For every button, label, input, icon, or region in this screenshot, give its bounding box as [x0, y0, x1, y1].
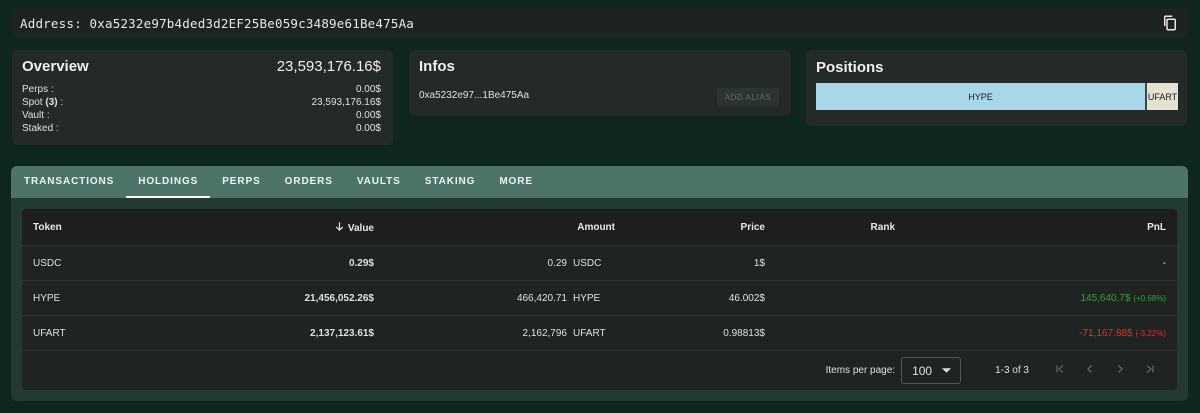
- cell-token: USDC: [33, 257, 62, 269]
- header-pnl[interactable]: PnL: [895, 222, 1177, 233]
- holdings-table: Token Value Amount Price Rank PnL USDC 0…: [22, 209, 1177, 390]
- arrow-down-icon: [335, 221, 343, 231]
- amount-number: 466,420.71: [516, 292, 567, 304]
- cell-amount: 0.29 USDC: [374, 258, 615, 269]
- positions-card: Positions HYPE UFART: [806, 50, 1187, 126]
- overview-row-vault: Vault : 0.00$: [22, 109, 381, 122]
- cell-value: 21,456,052.26$: [304, 292, 374, 304]
- copy-icon[interactable]: [1161, 14, 1179, 32]
- cell-amount: 2,162,796 UFART: [374, 328, 615, 339]
- overview-row-label: Perps :: [22, 84, 54, 95]
- cell-price: 0.98813$: [723, 327, 765, 339]
- cell-amount: 466,420.71 HYPE: [374, 293, 615, 304]
- spot-label-suffix: :: [57, 97, 64, 108]
- tab-holdings[interactable]: HOLDINGS: [126, 166, 211, 198]
- amount-number: 0.29: [547, 257, 567, 269]
- header-price[interactable]: Price: [615, 222, 765, 233]
- infos-title: Infos: [419, 58, 455, 75]
- cell-token: HYPE: [33, 292, 61, 304]
- cell-price: 1$: [753, 257, 765, 269]
- overview-row-perps: Perps : 0.00$: [22, 83, 381, 96]
- overview-row-label: Staked :: [22, 123, 59, 134]
- paginator: Items per page: 100 1-3 of 3: [22, 350, 1177, 390]
- items-per-page-label: Items per page:: [825, 365, 896, 376]
- overview-row-value: 0.00$: [355, 123, 381, 134]
- last-page-icon[interactable]: [1135, 363, 1165, 378]
- table-row[interactable]: USDC 0.29$ 0.29 USDC 1$ -: [22, 245, 1177, 280]
- positions-title: Positions: [816, 59, 884, 76]
- overview-row-value: 0.00$: [355, 110, 381, 121]
- items-per-page-select[interactable]: 100: [901, 357, 962, 384]
- header-rank[interactable]: Rank: [765, 222, 895, 233]
- pnl-value: -71,167.88$: [1079, 327, 1133, 339]
- next-page-icon[interactable]: [1105, 363, 1135, 378]
- overview-row-spot: Spot (3) : 23,593,176.16$: [22, 96, 381, 109]
- holdings-panel: TRANSACTIONS HOLDINGS PERPS ORDERS VAULT…: [11, 166, 1188, 401]
- pnl-percent: (+0.68%): [1133, 293, 1166, 303]
- amount-unit: UFART: [573, 327, 606, 339]
- address-label: Address:: [20, 15, 82, 31]
- header-value[interactable]: Value: [252, 221, 374, 234]
- tab-vaults[interactable]: VAULTS: [345, 166, 413, 198]
- table-row[interactable]: HYPE 21,456,052.26$ 466,420.71 HYPE 46.00…: [22, 280, 1177, 315]
- cell-pnl: -71,167.88$ (-3.22%): [895, 328, 1177, 339]
- overview-total: 23,593,176.16$: [276, 58, 381, 75]
- overview-card: Overview 23,593,176.16$ Perps : 0.00$ Sp…: [12, 50, 393, 145]
- position-segment-hype[interactable]: HYPE: [816, 83, 1146, 110]
- header-amount[interactable]: Amount: [374, 222, 615, 233]
- table-row[interactable]: UFART 2,137,123.61$ 2,162,796 UFART 0.988…: [22, 315, 1177, 350]
- pnl-value: -: [1162, 257, 1166, 269]
- cell-value: 0.29$: [348, 257, 374, 269]
- overview-row-staked: Staked : 0.00$: [22, 122, 381, 135]
- spot-count: (3): [45, 97, 58, 108]
- cell-value: 2,137,123.61$: [310, 327, 374, 339]
- overview-row-value: 23,593,176.16$: [311, 97, 381, 108]
- pnl-value: 145,640.7$: [1080, 292, 1131, 304]
- spot-label: Spot: [22, 97, 46, 108]
- table-header: Token Value Amount Price Rank PnL: [22, 209, 1177, 245]
- header-value-label: Value: [347, 222, 374, 234]
- address-bar: Address: 0xa5232e97b4ded3d2EF25Be059c348…: [11, 8, 1189, 38]
- overview-row-value: 0.00$: [355, 84, 381, 95]
- cell-price: 46.002$: [728, 292, 765, 304]
- overview-title: Overview: [22, 58, 89, 75]
- items-per-page-value: 100: [912, 363, 933, 378]
- page-range: 1-3 of 3: [995, 365, 1029, 376]
- pnl-percent: (-3.22%): [1135, 328, 1166, 338]
- tab-staking[interactable]: STAKING: [413, 166, 488, 198]
- tab-orders[interactable]: ORDERS: [273, 166, 345, 198]
- prev-page-icon[interactable]: [1075, 363, 1105, 378]
- tab-transactions[interactable]: TRANSACTIONS: [12, 166, 126, 198]
- caret-down-icon: [942, 367, 952, 373]
- cell-pnl: 145,640.7$ (+0.68%): [895, 293, 1177, 304]
- short-address: 0xa5232e97...1Be475Aa: [419, 90, 530, 101]
- first-page-icon[interactable]: [1045, 363, 1075, 378]
- add-alias-button[interactable]: ADD ALIAS: [717, 88, 779, 106]
- header-token[interactable]: Token: [22, 222, 252, 233]
- overview-row-label: Vault :: [22, 110, 50, 121]
- address-text: Address: 0xa5232e97b4ded3d2EF25Be059c348…: [20, 16, 414, 31]
- tab-bar: TRANSACTIONS HOLDINGS PERPS ORDERS VAULT…: [11, 166, 1188, 198]
- positions-bar: HYPE UFART: [816, 83, 1178, 110]
- amount-number: 2,162,796: [522, 327, 568, 339]
- cell-pnl: -: [895, 258, 1177, 269]
- position-segment-ufart[interactable]: UFART: [1145, 83, 1178, 110]
- tab-perps[interactable]: PERPS: [210, 166, 272, 198]
- amount-unit: USDC: [573, 257, 602, 269]
- tab-more[interactable]: MORE: [487, 166, 545, 198]
- overview-row-label: Spot (3) :: [22, 96, 63, 109]
- infos-card: Infos 0xa5232e97...1Be475Aa ADD ALIAS: [409, 50, 791, 116]
- amount-unit: HYPE: [573, 292, 601, 304]
- cell-token: UFART: [33, 327, 66, 339]
- address-value: 0xa5232e97b4ded3d2EF25Be059c3489e61Be475…: [89, 15, 415, 31]
